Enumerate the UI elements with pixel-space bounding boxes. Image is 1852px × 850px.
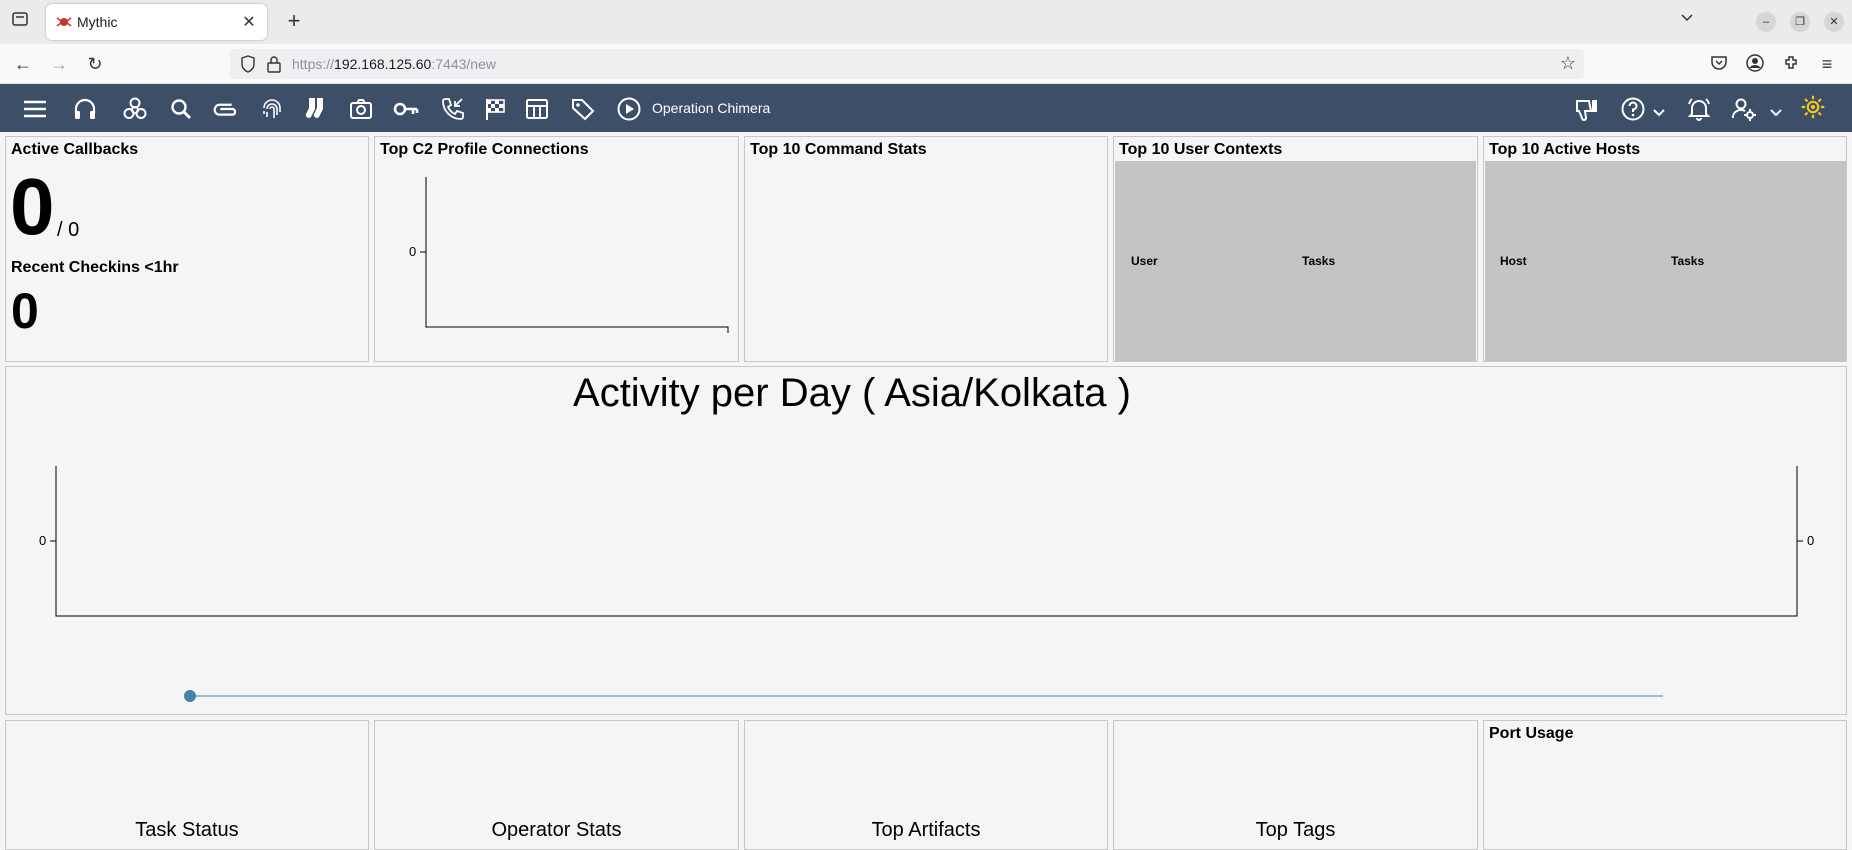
- browser-tab[interactable]: Mythic ✕: [46, 4, 267, 40]
- settings-chevron-down-icon[interactable]: [1763, 96, 1782, 122]
- camera-icon[interactable]: [348, 96, 374, 122]
- key-icon[interactable]: [393, 96, 419, 122]
- play-circle-icon[interactable]: [616, 96, 642, 122]
- port-usage-title: Port Usage: [1489, 725, 1574, 742]
- operation-name[interactable]: Operation Chimera: [652, 100, 770, 116]
- hamburger-menu-icon[interactable]: ≡: [1816, 54, 1838, 74]
- browser-nav-bar: ← → ↻ https://192.168.125.60:7443/new ☆ …: [0, 44, 1852, 84]
- reload-icon[interactable]: ↻: [84, 54, 106, 74]
- menu-icon[interactable]: [22, 96, 48, 122]
- command-stats-title: Top 10 Command Stats: [750, 141, 927, 158]
- help-chevron-down-icon[interactable]: [1646, 96, 1665, 122]
- pocket-icon[interactable]: [1708, 54, 1730, 78]
- port-usage-panel: Port Usage: [1483, 720, 1847, 850]
- activity-panel: Activity per Day ( Asia/Kolkata ) 0 0: [5, 366, 1847, 715]
- top-artifacts-label: Top Artifacts: [871, 819, 981, 841]
- task-status-panel: Task Status: [5, 720, 369, 850]
- lock-warning-icon[interactable]: [266, 55, 282, 73]
- restore-icon[interactable]: ❐: [1790, 12, 1810, 32]
- host-column-header[interactable]: Host: [1500, 254, 1527, 268]
- close-window-icon[interactable]: ✕: [1824, 12, 1844, 32]
- shield-icon[interactable]: [240, 55, 256, 73]
- c2-profile-chart: [420, 177, 729, 333]
- url-host: 192.168.125.60: [334, 56, 432, 72]
- tab-list-icon[interactable]: [8, 10, 32, 34]
- c2-y-tick: 0: [409, 244, 417, 259]
- tab-title: Mythic: [77, 14, 118, 30]
- tasks-column-header[interactable]: Tasks: [1302, 254, 1335, 268]
- bookmark-star-icon[interactable]: ☆: [1560, 53, 1576, 74]
- activity-left-tick: 0: [39, 533, 47, 548]
- active-callbacks-title: Active Callbacks: [11, 141, 139, 158]
- help-icon[interactable]: [1620, 96, 1646, 122]
- command-stats-panel: Top 10 Command Stats: [744, 136, 1108, 362]
- fingerprint-icon[interactable]: [259, 96, 285, 122]
- url-bar[interactable]: https://192.168.125.60:7443/new ☆: [230, 49, 1584, 79]
- headphones-icon[interactable]: [72, 96, 98, 122]
- checkered-flag-icon[interactable]: [482, 96, 508, 122]
- active-hosts-title: Top 10 Active Hosts: [1489, 141, 1641, 158]
- biohazard-icon[interactable]: [122, 96, 148, 122]
- task-status-label: Task Status: [135, 819, 239, 841]
- minimize-icon[interactable]: –: [1756, 12, 1776, 32]
- active-callbacks-panel: Active Callbacks 0 / 0 Recent Checkins <…: [5, 136, 369, 362]
- user-contexts-title: Top 10 User Contexts: [1119, 141, 1283, 158]
- active-hosts-table: Host Tasks: [1485, 161, 1846, 361]
- account-icon[interactable]: [1744, 54, 1766, 76]
- active-callbacks-count: 0: [10, 162, 55, 251]
- thumbs-down-icon[interactable]: [1574, 96, 1600, 122]
- recent-checkins-title: Recent Checkins <1hr: [11, 259, 179, 276]
- back-icon[interactable]: ←: [12, 54, 34, 74]
- user-contexts-table: User Tasks: [1115, 161, 1476, 361]
- socks-icon[interactable]: [303, 96, 329, 122]
- activity-chart: [50, 466, 1803, 697]
- browser-tab-bar: Mythic ✕ + – ❐ ✕: [0, 0, 1852, 44]
- forward-icon[interactable]: →: [48, 54, 70, 74]
- url-suffix: :7443/new: [431, 56, 496, 72]
- c2-profile-panel: Top C2 Profile Connections 0: [374, 136, 739, 362]
- app-header: Operation Chimera: [0, 84, 1852, 132]
- top-tags-panel: Top Tags: [1113, 720, 1478, 850]
- timeline-slider-handle[interactable]: [184, 690, 196, 702]
- tasks-column-header[interactable]: Tasks: [1671, 254, 1704, 268]
- phone-callback-icon[interactable]: [440, 96, 466, 122]
- tag-icon[interactable]: [570, 96, 596, 122]
- paperclip-icon[interactable]: [213, 96, 239, 122]
- mythic-favicon-icon: [56, 15, 72, 29]
- bell-icon[interactable]: [1686, 96, 1712, 122]
- top-artifacts-panel: Top Artifacts: [744, 720, 1108, 850]
- extensions-icon[interactable]: [1780, 54, 1802, 76]
- user-contexts-panel: Top 10 User Contexts User Tasks: [1113, 136, 1478, 362]
- url-text[interactable]: https://192.168.125.60:7443/new: [292, 56, 496, 72]
- activity-right-tick: 0: [1807, 533, 1815, 548]
- new-tab-icon[interactable]: +: [280, 8, 308, 34]
- active-hosts-panel: Top 10 Active Hosts Host Tasks: [1483, 136, 1847, 362]
- user-column-header[interactable]: User: [1131, 254, 1158, 268]
- close-tab-icon[interactable]: ✕: [239, 12, 259, 32]
- url-prefix: https://: [292, 56, 335, 72]
- top-tags-label: Top Tags: [1255, 819, 1336, 841]
- recent-checkins-count: 0: [11, 283, 39, 339]
- user-settings-icon[interactable]: [1731, 96, 1757, 122]
- search-icon[interactable]: [168, 96, 194, 122]
- operator-stats-panel: Operator Stats: [374, 720, 739, 850]
- active-callbacks-total: / 0: [57, 219, 80, 241]
- chevron-down-icon[interactable]: [1679, 10, 1695, 29]
- table-icon[interactable]: [524, 96, 550, 122]
- operator-stats-label: Operator Stats: [491, 819, 622, 841]
- sun-icon[interactable]: [1798, 95, 1828, 122]
